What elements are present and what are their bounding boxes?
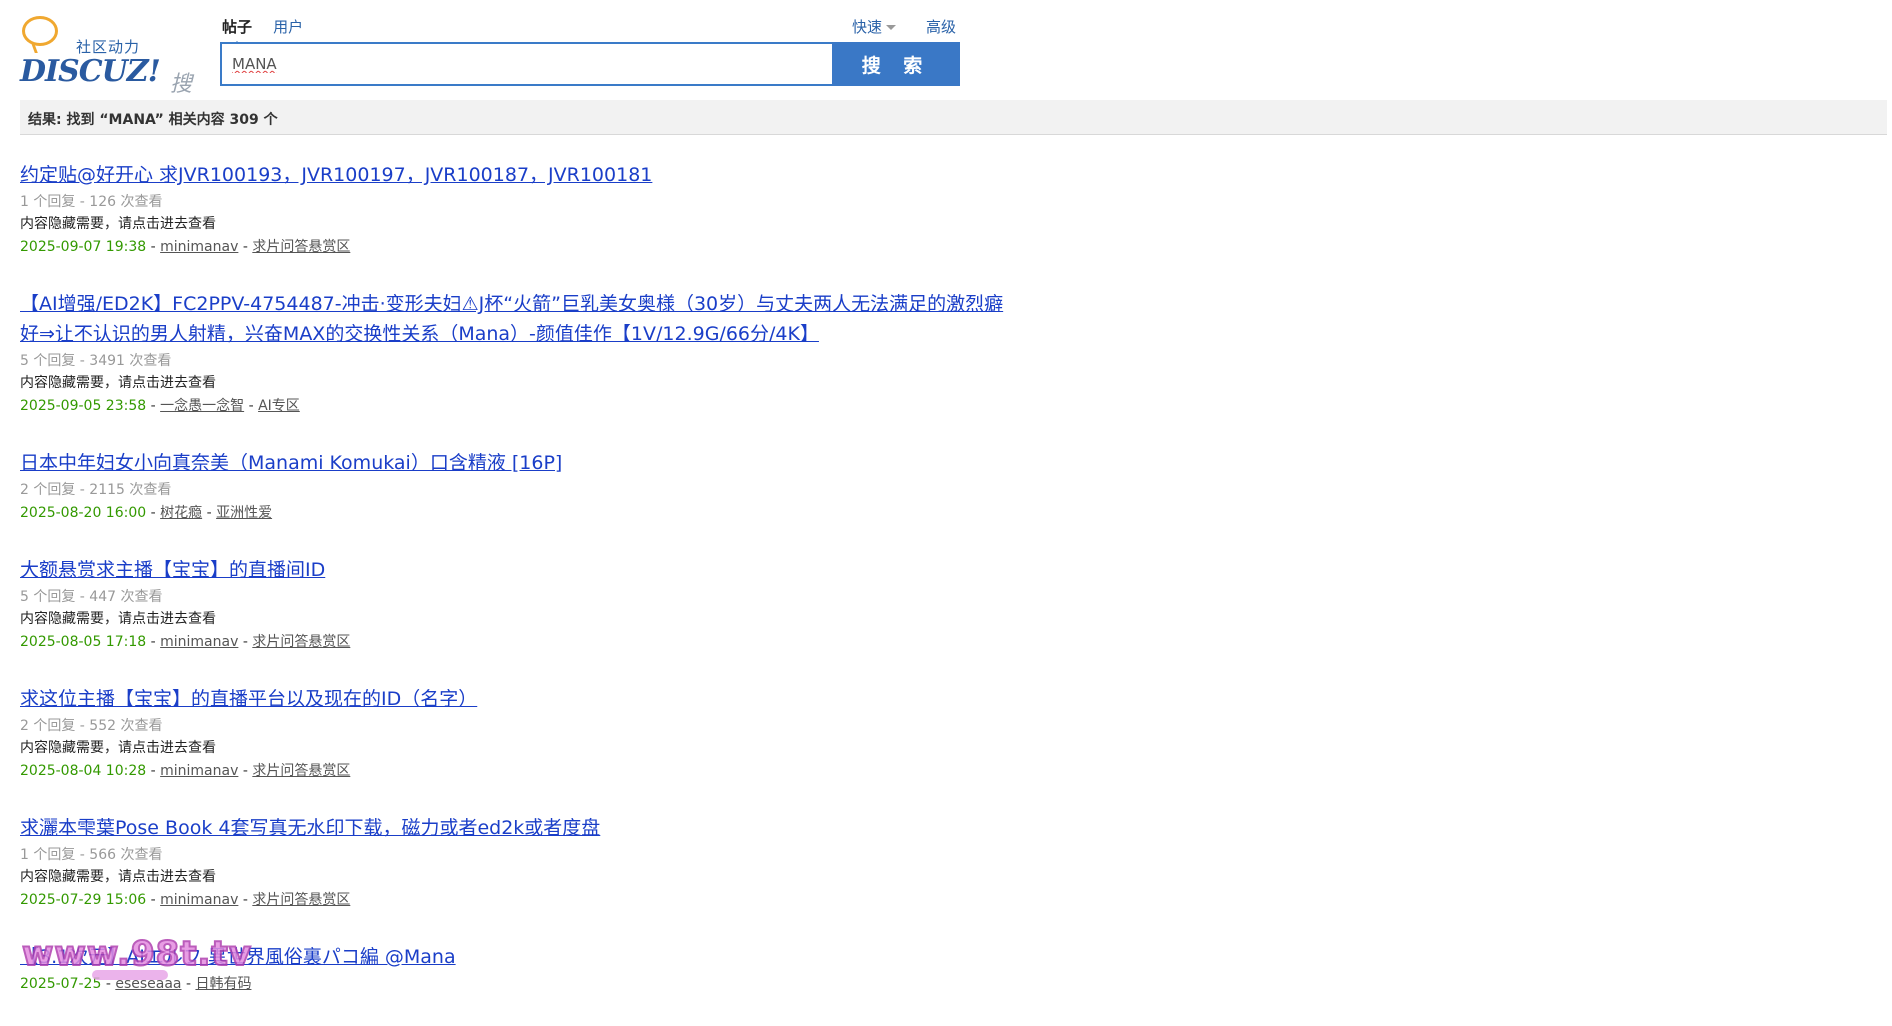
result-author-link[interactable]: eseseaaa xyxy=(115,976,181,992)
result-forum-link[interactable]: AI专区 xyxy=(258,398,300,414)
search-button[interactable]: 搜 索 xyxy=(832,42,960,86)
result-forum-link[interactable]: 求片问答悬赏区 xyxy=(252,634,350,650)
result-forum-link[interactable]: 日韩有码 xyxy=(195,976,251,992)
result-info: 2025-09-05 23:58 - 一念愚一念智 - AI专区 xyxy=(20,398,300,414)
list-item: 求灑本雫葉Pose Book 4套写真无水印下载，磁力或者ed2k或者度盘 1 … xyxy=(20,813,1120,912)
result-summary: 内容隐藏需要，请点击进去查看 xyxy=(20,611,216,627)
result-title-link[interactable]: 求这位主播【宝宝】的直播平台以及现在的ID（名字） xyxy=(20,684,1010,714)
tab-posts[interactable]: 帖子 xyxy=(222,16,252,47)
search-box: 搜 索 xyxy=(220,42,960,86)
result-author-link[interactable]: minimanav xyxy=(160,892,238,908)
search-type-tabs: 帖子 用户 xyxy=(222,16,319,47)
result-summary: 内容隐藏需要，请点击进去查看 xyxy=(20,740,216,756)
quick-search-link[interactable]: 快速 xyxy=(852,16,897,37)
result-author-link[interactable]: 树花瘾 xyxy=(160,505,202,521)
list-item: 求这位主播【宝宝】的直播平台以及现在的ID（名字） 2 个回复 - 552 次查… xyxy=(20,684,1120,783)
result-date: 2025-09-07 19:38 xyxy=(20,239,147,255)
result-summary: 内容隐藏需要，请点击进去查看 xyxy=(20,375,216,391)
chevron-down-icon xyxy=(886,25,897,30)
header: 社区动力 DISCUZ! 搜索 帖子 用户 快速 高级 搜 索 xyxy=(0,0,1892,129)
discuz-logo[interactable]: 社区动力 DISCUZ! 搜索 xyxy=(20,14,200,129)
tab-users[interactable]: 用户 xyxy=(273,16,303,37)
result-date: 2025-07-29 15:06 xyxy=(20,892,147,908)
result-forum-link[interactable]: 求片问答悬赏区 xyxy=(252,892,350,908)
logo-wordmark: DISCUZ! xyxy=(20,54,161,89)
result-summary: 内容隐藏需要，请点击进去查看 xyxy=(20,869,216,885)
result-info: 2025-07-25 - eseseaaa - 日韩有码 xyxy=(20,976,252,992)
result-date: 2025-08-05 17:18 xyxy=(20,634,147,650)
list-item: 【AI增强/ED2K】FC2PPV-4754487-冲击·变形夫妇⚠J杯“火箭”… xyxy=(20,289,1120,418)
list-item: 日本中年妇女小向真奈美（Manami Komukai）口含精液 [16P] 2 … xyxy=(20,448,1120,525)
list-item: 大额悬赏求主播【宝宝】的直播间ID 5 个回复 - 447 次查看 内容隐藏需要… xyxy=(20,555,1120,654)
result-forum-link[interactable]: 求片问答悬赏区 xyxy=(252,763,350,779)
result-title-link[interactable]: 日本中年妇女小向真奈美（Manami Komukai）口含精液 [16P] xyxy=(20,448,1010,478)
result-title-link[interactable]: 【AI增强/ED2K】FC2PPV-4754487-冲击·变形夫妇⚠J杯“火箭”… xyxy=(20,289,1010,349)
results-summary: 结果: 找到 “MANA” 相关内容 309 个 xyxy=(20,100,1887,135)
result-stats: 1 个回复 - 126 次查看 xyxy=(20,194,163,210)
result-author-link[interactable]: minimanav xyxy=(160,634,238,650)
result-stats: 1 个回复 - 566 次查看 xyxy=(20,847,163,863)
result-stats: 5 个回复 - 447 次查看 xyxy=(20,589,163,605)
result-stats: 2 个回复 - 552 次查看 xyxy=(20,718,163,734)
search-input[interactable] xyxy=(222,44,834,84)
result-title-link[interactable]: 大额悬赏求主播【宝宝】的直播间ID xyxy=(20,555,1010,585)
result-stats: 5 个回复 - 3491 次查看 xyxy=(20,353,172,369)
results-list: 约定贴@好开心 求JVR100193，JVR100197，JVR100187，J… xyxy=(20,160,1120,1026)
advanced-search-link[interactable]: 高级 xyxy=(926,16,956,37)
quick-search-label: 快速 xyxy=(852,18,883,36)
result-author-link[interactable]: minimanav xyxy=(160,763,238,779)
result-info: 2025-08-20 16:00 - 树花瘾 - 亚洲性爱 xyxy=(20,505,273,521)
result-info: 2025-09-07 19:38 - minimanav - 求片问答悬赏区 xyxy=(20,239,351,255)
result-stats: 2 个回复 - 2115 次查看 xyxy=(20,482,172,498)
result-forum-link[interactable]: 求片问答悬赏区 xyxy=(252,239,350,255)
result-title-link[interactable]: 求灑本雫葉Pose Book 4套写真无水印下载，磁力或者ed2k或者度盘 xyxy=(20,813,1010,843)
result-date: 2025-09-05 23:58 xyxy=(20,398,147,414)
result-date: 2025-08-04 10:28 xyxy=(20,763,147,779)
result-date: 2025-07-25 xyxy=(20,976,102,992)
result-info: 2025-07-29 15:06 - minimanav - 求片问答悬赏区 xyxy=(20,892,351,908)
speech-bubble-icon xyxy=(22,16,58,46)
result-info: 2025-08-04 10:28 - minimanav - 求片问答悬赏区 xyxy=(20,763,351,779)
result-date: 2025-08-20 16:00 xyxy=(20,505,147,521)
result-author-link[interactable]: 一念愚一念智 xyxy=(160,398,244,414)
result-info: 2025-08-05 17:18 - minimanav - 求片问答悬赏区 xyxy=(20,634,351,650)
list-item: 约定贴@好开心 求JVR100193，JVR100197，JVR100187，J… xyxy=(20,160,1120,259)
result-forum-link[interactable]: 亚洲性爱 xyxy=(216,505,272,521)
list-item: 【3.1次元】AIエルフ 異世界風俗裏パコ編 @Mana 2025-07-25 … xyxy=(20,942,1120,996)
result-author-link[interactable]: minimanav xyxy=(160,239,238,255)
result-title-link[interactable]: 【3.1次元】AIエルフ 異世界風俗裏パコ編 @Mana xyxy=(20,942,1010,972)
result-title-link[interactable]: 约定贴@好开心 求JVR100193，JVR100197，JVR100187，J… xyxy=(20,160,1010,190)
result-summary: 内容隐藏需要，请点击进去查看 xyxy=(20,216,216,232)
